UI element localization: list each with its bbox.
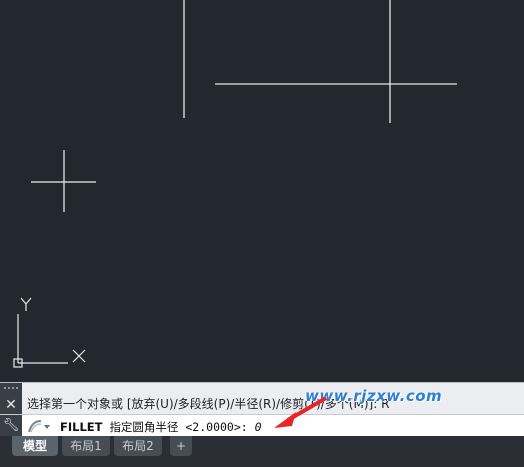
ucs-icon xyxy=(13,297,86,368)
ucs-y-arrow-icon xyxy=(20,297,32,311)
grip-dots-icon xyxy=(3,386,19,390)
watermark: www.rjzxw.com xyxy=(305,387,443,405)
command-prompt: FILLET 指定圆角半径 <2.0000>: 0 xyxy=(60,419,262,435)
customize-wrench-icon[interactable]: 🔧︎ xyxy=(0,415,22,437)
add-layout-button[interactable]: + xyxy=(170,436,192,456)
command-name: FILLET xyxy=(60,420,103,434)
palette-grip[interactable]: ✕ xyxy=(0,383,22,415)
crosshair-cursor xyxy=(31,150,96,212)
recent-commands-button[interactable] xyxy=(26,418,52,434)
tab-model[interactable]: 模型 xyxy=(12,436,58,456)
default-value: <2.0000>: xyxy=(185,420,248,434)
command-history: ✕ 选择第一个对象或 [放弃(U)/多段线(P)/半径(R)/修剪(T)/多个(… xyxy=(0,382,524,415)
layout-tab-bar: 模型 布局1 布局2 + xyxy=(0,436,524,467)
command-input[interactable]: 0 xyxy=(255,420,262,434)
tab-layout1[interactable]: 布局1 xyxy=(62,436,110,456)
command-icon xyxy=(28,420,50,433)
command-prompt-text: 指定圆角半径 xyxy=(109,420,179,434)
tab-layout2[interactable]: 布局2 xyxy=(114,436,162,456)
command-line[interactable]: 🔧︎ FILLET 指定圆角半径 <2.0000>: 0 xyxy=(0,414,524,437)
close-icon[interactable]: ✕ xyxy=(3,397,19,413)
drawing-canvas[interactable] xyxy=(0,0,524,382)
chevron-down-icon xyxy=(44,425,50,429)
ucs-x-arrow-icon xyxy=(72,349,86,363)
